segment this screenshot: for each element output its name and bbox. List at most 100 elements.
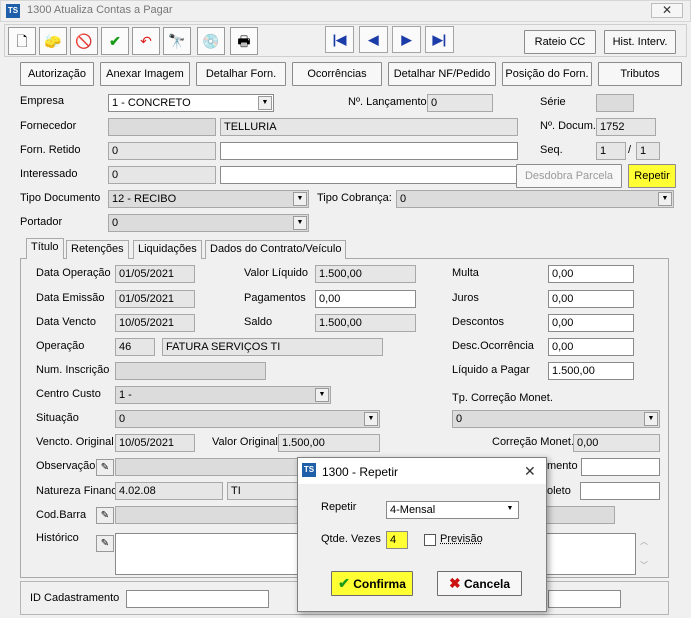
detalhar-nf-button[interactable]: Detalhar NF/Pedido [388,62,496,86]
juros-field[interactable]: 0,00 [548,290,634,308]
new-document-icon[interactable]: 🗋 [8,27,36,55]
tab-liquidacoes[interactable]: Liquidações [133,240,202,259]
tipo-documento-select[interactable]: 12 - RECIBO ▼ [108,190,309,208]
observacao-field[interactable] [115,458,305,476]
first-record-button[interactable]: |◀ [325,26,354,53]
confirma-button[interactable]: ✔ Confirma [331,571,413,596]
portador-select[interactable]: 0 ▼ [108,214,309,232]
printer-icon[interactable]: 🖶 [230,27,258,55]
pagamentos-label: Pagamentos [244,292,306,304]
data-vencto-field[interactable]: 10/05/2021 [115,314,195,332]
desdobra-parcela-button[interactable]: Desdobra Parcela [516,164,622,188]
boleto-field[interactable] [580,482,660,500]
footer-extra-field[interactable] [548,590,621,608]
fornecedor-code-field[interactable] [108,118,216,136]
forn-retido-name-field[interactable] [220,142,518,160]
tab-retencoes[interactable]: Retenções [66,240,129,259]
posicao-forn-button[interactable]: Posição do Forn. [502,62,592,86]
autorizacao-button[interactable]: Autorização [20,62,94,86]
seq-field[interactable]: 1 [596,142,626,160]
fornecedor-name-field[interactable]: TELLURIA [220,118,518,136]
tp-correcao-label: Tp. Correção Monet. [452,392,553,404]
portador-value: 0 [112,217,119,229]
descontos-field[interactable]: 0,00 [548,314,634,332]
multa-label: Multa [452,267,479,279]
data-operacao-field[interactable]: 01/05/2021 [115,265,195,283]
data-emissao-label: Data Emissão [36,292,105,304]
chevron-down-icon[interactable]: ▼ [658,192,672,206]
operacao-name-field[interactable]: FATURA SERVIÇOS TI [162,338,383,356]
tributos-button[interactable]: Tributos [598,62,682,86]
tp-correcao-select[interactable]: 0 ▼ [452,410,660,428]
natureza-name-field[interactable]: TI [227,482,305,500]
valor-liquido-field[interactable]: 1.500,00 [315,265,416,283]
seq-total-field[interactable]: 1 [636,142,660,160]
correcao-monet-field[interactable]: 0,00 [573,434,660,452]
detalhar-forn-button[interactable]: Detalhar Forn. [196,62,286,86]
rateio-cc-button[interactable]: Rateio CC [524,30,596,54]
next-record-button[interactable]: ▶ [392,26,421,53]
eraser-icon[interactable]: 🧽 [39,27,67,55]
data-emissao-field[interactable]: 01/05/2021 [115,290,195,308]
historico-edit-icon[interactable]: ✎ [96,535,114,552]
tab-dados-contrato[interactable]: Dados do Contrato/Veículo [205,240,347,259]
cancela-button[interactable]: ✖ Cancela [437,571,522,596]
valor-original-field[interactable]: 1.500,00 [278,434,380,452]
previsao-checkbox[interactable] [424,534,436,546]
qtde-vezes-field[interactable]: 4 [386,531,408,549]
window-close-button[interactable]: ✕ [651,3,683,18]
vencto-original-field[interactable]: 10/05/2021 [115,434,195,452]
observacao-edit-icon[interactable]: ✎ [96,459,114,476]
centro-custo-select[interactable]: 1 - ▼ [115,386,331,404]
num-inscricao-field[interactable] [115,362,266,380]
saldo-field[interactable]: 1.500,00 [315,314,416,332]
undo-icon[interactable]: ↶ [132,27,160,55]
tab-titulo[interactable]: Título [26,238,64,259]
hist-interv-button[interactable]: Hist. Interv. [604,30,676,54]
chevron-down-icon[interactable]: ▼ [258,96,272,110]
scroll-up-icon[interactable]: ︿ [640,536,648,547]
repetir-button[interactable]: Repetir [628,164,676,188]
chevron-down-icon[interactable]: ▼ [364,412,378,426]
ocorrencias-button[interactable]: Ocorrências [292,62,382,86]
cancel-icon[interactable]: 🚫 [70,27,98,55]
anexar-imagem-button[interactable]: Anexar Imagem [100,62,190,86]
prev-record-button[interactable]: ◀ [359,26,388,53]
chevron-down-icon[interactable]: ▼ [293,192,307,206]
natureza-code-field[interactable]: 4.02.08 [115,482,223,500]
qtde-vezes-label: Qtde. Vezes [321,533,381,545]
scroll-down-icon[interactable]: ﹀ [640,560,648,571]
id-cadastramento-field[interactable] [126,590,269,608]
chevron-down-icon[interactable]: ▼ [503,503,517,517]
interessado-name-field[interactable] [220,166,518,184]
seq-label: Seq. [540,144,563,156]
chevron-down-icon[interactable]: ▼ [293,216,307,230]
desc-ocorrencia-field[interactable]: 0,00 [548,338,634,356]
situacao-select[interactable]: 0 ▼ [115,410,380,428]
multa-field[interactable]: 0,00 [548,265,634,283]
lancamento-field[interactable]: 0 [427,94,493,112]
confirm-check-icon[interactable]: ✔ [101,27,129,55]
liquido-pagar-label: Líquido a Pagar [452,364,530,376]
window-title: 1300 Atualiza Contas a Pagar [27,4,173,16]
binoculars-search-icon[interactable]: 🔭 [163,27,191,55]
vencimento-field[interactable] [581,458,660,476]
settings-disk-icon[interactable]: 💿 [197,27,225,55]
pagamentos-field[interactable]: 0,00 [315,290,416,308]
serie-field[interactable] [596,94,634,112]
last-record-button[interactable]: ▶| [425,26,454,53]
forn-retido-code-field[interactable]: 0 [108,142,216,160]
operacao-code-field[interactable]: 46 [115,338,155,356]
tipo-cobranca-select[interactable]: 0 ▼ [396,190,674,208]
chevron-down-icon[interactable]: ▼ [644,412,658,426]
app-logo-icon: TS [302,463,316,477]
chevron-down-icon[interactable]: ▼ [315,388,329,402]
codbarra-edit-icon[interactable]: ✎ [96,507,114,524]
empresa-select[interactable]: 1 - CONCRETO ▼ [108,94,274,112]
docum-field[interactable]: 1752 [596,118,656,136]
repetir-frequency-select[interactable]: 4-Mensal ▼ [386,501,519,519]
liquido-pagar-field[interactable]: 1.500,00 [548,362,634,380]
dialog-close-button[interactable]: ✕ [524,463,536,480]
interessado-code-field[interactable]: 0 [108,166,216,184]
confirma-label: Confirma [353,577,406,591]
